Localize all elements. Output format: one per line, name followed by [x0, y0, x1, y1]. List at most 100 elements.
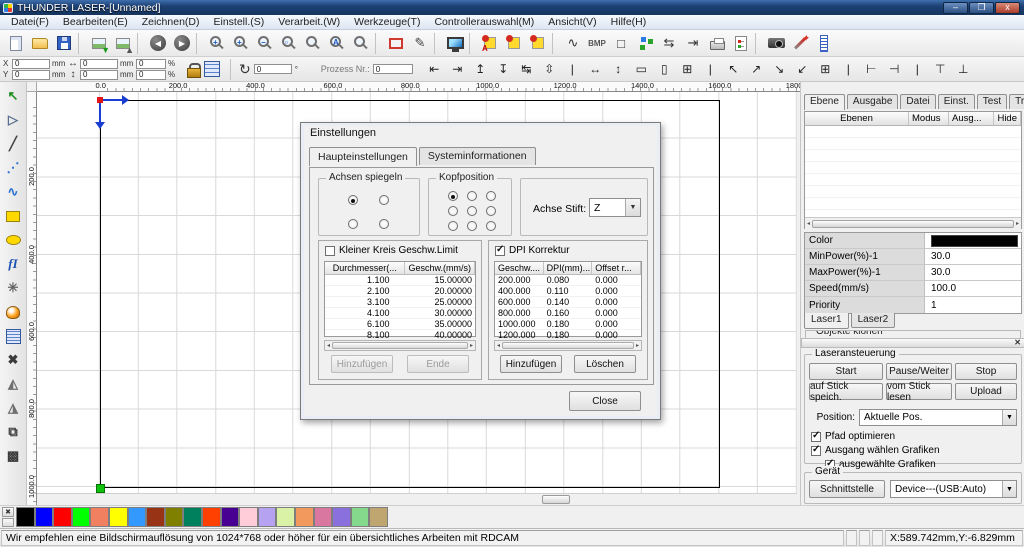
palette-color[interactable]	[53, 507, 72, 527]
align-top-icon[interactable]: ⊤	[929, 58, 952, 81]
palette-color[interactable]	[369, 507, 388, 527]
checkbox-icon[interactable]	[325, 246, 335, 256]
palette-color[interactable]	[239, 507, 258, 527]
align-bottom-right-icon[interactable]: ↘	[768, 58, 791, 81]
property-value[interactable]	[925, 233, 1021, 248]
mirror-left-icon[interactable]: ⇤	[423, 58, 446, 81]
column-header[interactable]: Offset r...	[592, 262, 641, 274]
property-value[interactable]: 100.0	[925, 281, 1021, 296]
head-position-radio[interactable]	[467, 221, 477, 231]
head-position-radio[interactable]	[448, 221, 458, 231]
laser-pointer-icon[interactable]: ✦	[788, 32, 812, 55]
menu-item[interactable]: Ansicht(V)	[541, 15, 603, 30]
align-top-left-icon[interactable]: ↖	[722, 58, 745, 81]
origin-handle[interactable]	[96, 484, 105, 493]
preview-monitor-icon[interactable]	[443, 32, 467, 55]
open-file-icon[interactable]	[28, 32, 52, 55]
laser-control-button[interactable]: Upload	[955, 383, 1017, 400]
table-h-scrollbar[interactable]: ◂ ▸	[494, 340, 642, 351]
head-position-radio[interactable]	[448, 191, 458, 201]
table-row[interactable]: 6.10035.00000	[325, 319, 475, 330]
laser-tab[interactable]: Laser2	[851, 313, 896, 328]
y-position-input[interactable]: 0	[12, 70, 50, 80]
array-copy-tool[interactable]: ▩	[1, 444, 25, 468]
palette-color[interactable]	[183, 507, 202, 527]
separator[interactable]: |	[699, 58, 722, 81]
panel-tab[interactable]: Ausgabe	[847, 94, 898, 109]
mirror-radio[interactable]	[348, 195, 358, 205]
layer-list-body[interactable]	[805, 126, 1021, 217]
menu-item[interactable]: Verarbeit.(W)	[271, 15, 347, 30]
dialog-button[interactable]: Löschen	[574, 355, 636, 373]
align-left-icon[interactable]: ⊢	[860, 58, 883, 81]
table-row[interactable]: 1000.0000.1800.000	[495, 319, 641, 330]
undo-icon[interactable]: ◀	[146, 32, 170, 55]
laser-option-checkbox[interactable]: Pfad optimieren	[811, 431, 940, 445]
laser-control-button[interactable]: vom Stick lesen	[886, 383, 952, 400]
table-row[interactable]: 400.0000.1100.000	[495, 286, 641, 297]
rotate-icon[interactable]: ↻	[239, 61, 251, 78]
measure-width-icon[interactable]: ⇆	[657, 32, 681, 55]
zoom-window-icon[interactable]: +	[205, 32, 229, 55]
palette-color[interactable]	[35, 507, 54, 527]
property-value[interactable]: 30.0	[925, 265, 1021, 280]
table-row[interactable]: 3.10025.00000	[325, 297, 475, 308]
scroll-left-icon[interactable]: ◂	[497, 342, 500, 349]
canvas-horizontal-scrollbar[interactable]	[37, 493, 797, 505]
separator[interactable]: |	[837, 58, 860, 81]
laser-control-button[interactable]: Pause/Weiter	[886, 363, 952, 380]
rotate-input[interactable]: 0	[254, 64, 292, 74]
head-position-radio[interactable]	[486, 221, 496, 231]
delete-tool[interactable]: ✖	[1, 348, 25, 372]
zoom-data-icon[interactable]	[301, 32, 325, 55]
palette-color[interactable]	[314, 507, 333, 527]
redo-icon[interactable]: ▶	[170, 32, 194, 55]
dropdown-arrow-icon[interactable]: ▼	[1002, 410, 1016, 425]
same-size-icon[interactable]: ⊞	[676, 58, 699, 81]
zoom-all-icon[interactable]: A	[325, 32, 349, 55]
polyline-tool[interactable]: ⋰	[1, 156, 25, 180]
layer-h-scrollbar[interactable]: ◂ ▸	[805, 217, 1021, 229]
minimize-button[interactable]: –	[943, 2, 968, 14]
column-header[interactable]: Durchmesser(...	[325, 262, 405, 274]
rectangle-tool[interactable]	[1, 204, 25, 228]
scroll-right-icon[interactable]: ▸	[1016, 220, 1019, 227]
cut-order-c-icon[interactable]	[526, 32, 550, 55]
panel-tab[interactable]: Transform.	[1009, 94, 1024, 109]
head-position-radio[interactable]	[467, 191, 477, 201]
head-position-radio[interactable]	[467, 206, 477, 216]
table-h-scrollbar[interactable]: ◂ ▸	[324, 340, 476, 351]
scrollbar-thumb[interactable]	[542, 495, 570, 504]
separator[interactable]	[137, 33, 144, 54]
align-bottom-left-icon[interactable]: ↙	[791, 58, 814, 81]
mirror-radio[interactable]	[348, 219, 358, 229]
device-select[interactable]: Device---(USB:Auto) ▼	[890, 480, 1017, 498]
dialog-tab[interactable]: Haupteinstellungen	[309, 147, 417, 166]
head-position-radio[interactable]	[486, 191, 496, 201]
palette-color[interactable]	[16, 507, 35, 527]
no-color-button[interactable]: ✖	[2, 507, 14, 517]
zoom-in-icon[interactable]: +	[229, 32, 253, 55]
cut-order-b-icon[interactable]	[502, 32, 526, 55]
column-header[interactable]: Geschw.(mm/s)	[405, 262, 475, 274]
zoom-page-icon[interactable]: ▫	[277, 32, 301, 55]
layer-column-header[interactable]: Modus	[909, 112, 949, 125]
palette-color[interactable]	[351, 507, 370, 527]
print-icon[interactable]	[705, 32, 729, 55]
bitmap-icon[interactable]: BMP	[585, 32, 609, 55]
property-value[interactable]: 1	[925, 297, 1021, 313]
aspect-lock-icon[interactable]	[187, 63, 201, 76]
column-header[interactable]: Geschw....	[495, 262, 544, 274]
rect-check-icon[interactable]: □	[609, 32, 633, 55]
same-size-v-icon[interactable]: ▯	[653, 58, 676, 81]
interface-button[interactable]: Schnittstelle	[809, 480, 885, 498]
task-list-icon[interactable]	[729, 32, 753, 55]
dialog-close-button[interactable]: Close	[569, 391, 641, 411]
swap-h-icon[interactable]: ↹	[515, 58, 538, 81]
head-position-radio[interactable]	[486, 206, 496, 216]
panel-tab[interactable]: Test	[977, 94, 1007, 109]
dpi-correction-checkbox[interactable]: DPI Korrektur	[489, 241, 647, 258]
mirror-radio[interactable]	[379, 195, 389, 205]
palette-color[interactable]	[258, 507, 277, 527]
panel-tab[interactable]: Datei	[900, 94, 935, 109]
